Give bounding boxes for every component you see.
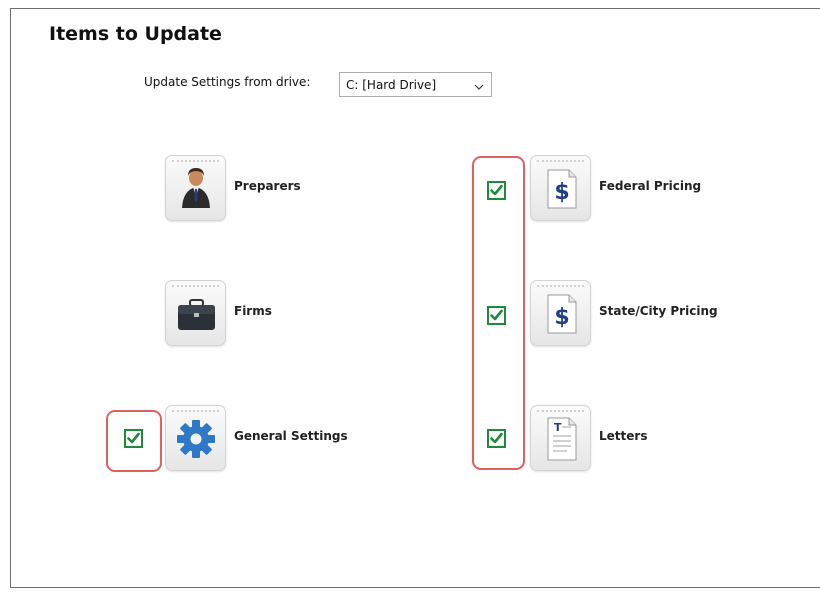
state-city-pricing-checkbox[interactable] [487, 306, 506, 325]
letters-label: Letters [599, 429, 648, 443]
dollar-document-icon: $ [530, 155, 591, 221]
briefcase-icon [165, 280, 226, 346]
page-title: Items to Update [49, 23, 222, 45]
firms-label: Firms [234, 304, 272, 318]
state-city-pricing-label: State/City Pricing [599, 304, 718, 318]
person-icon [165, 155, 226, 221]
general-settings-label: General Settings [234, 429, 348, 443]
drive-select-value: C: [Hard Drive] [346, 78, 437, 92]
gear-icon [165, 405, 226, 471]
preparers-label: Preparers [234, 179, 301, 193]
svg-text:$: $ [554, 305, 569, 330]
drive-select[interactable]: C: [Hard Drive] [339, 72, 492, 97]
chevron-down-icon [473, 78, 485, 97]
text-document-icon: T [530, 405, 591, 471]
letters-checkbox[interactable] [487, 429, 506, 448]
federal-pricing-checkbox[interactable] [487, 181, 506, 200]
svg-text:$: $ [554, 180, 569, 205]
general-settings-checkbox[interactable] [124, 429, 143, 448]
drive-label: Update Settings from drive: [144, 75, 311, 89]
dollar-document-icon: $ [530, 280, 591, 346]
svg-text:T: T [554, 421, 562, 434]
federal-pricing-label: Federal Pricing [599, 179, 702, 193]
